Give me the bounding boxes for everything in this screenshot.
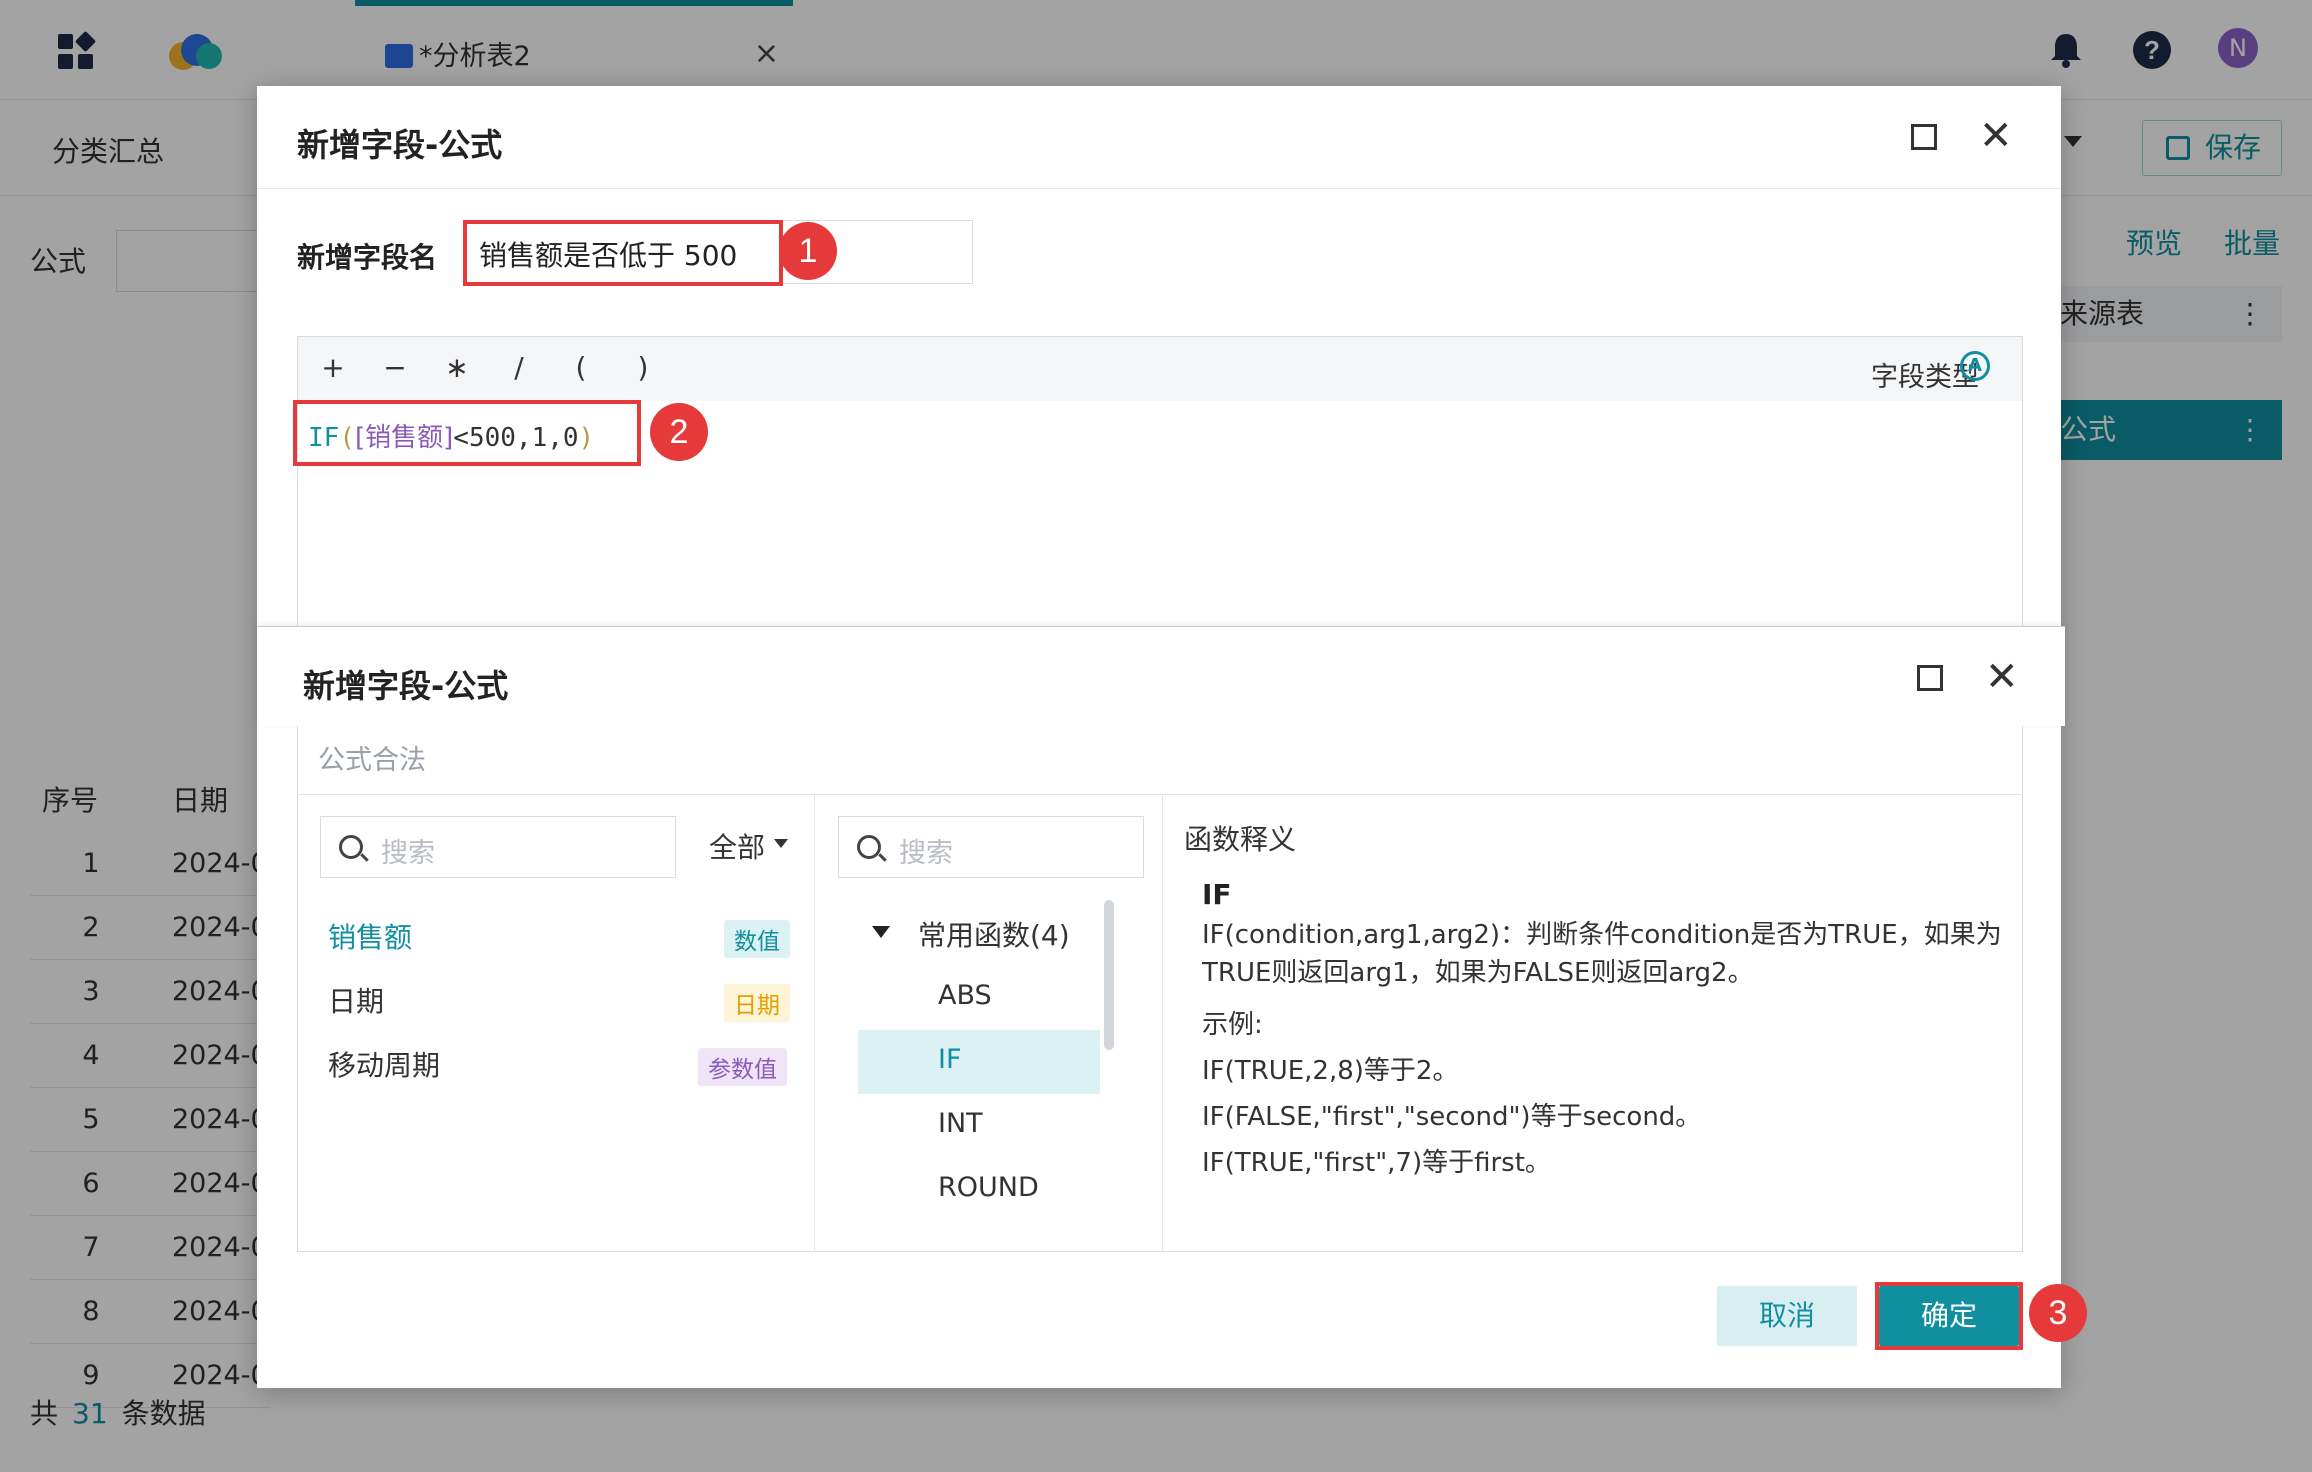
divider [257, 188, 2061, 189]
field-name-label: 新增字段名 [297, 241, 438, 274]
formula-dialog-header: 新增字段-公式 ✕ [257, 626, 2065, 726]
new-field-formula-dialog: 新增字段-公式 ✕ 新增字段名 销售额是否低于 500 1 + − ∗ / ( … [257, 86, 2087, 1388]
function-description-syntax: IF(condition,arg1,arg2)：判断条件condition是否为… [1202, 920, 2002, 988]
field-item-sales[interactable]: 销售额 [328, 916, 412, 956]
function-item-if[interactable]: IF [938, 1044, 962, 1075]
divider [1162, 794, 1163, 1252]
function-description-name: IF [1202, 878, 1232, 911]
minus-operator[interactable]: − [380, 351, 410, 384]
expand-icon[interactable] [1917, 665, 1943, 691]
highlight-box-2 [293, 400, 641, 466]
chevron-down-icon[interactable] [774, 839, 788, 848]
field-item-date[interactable]: 日期 [328, 980, 384, 1020]
field-item-moving-period[interactable]: 移动周期 [328, 1044, 440, 1084]
highlight-box-3 [1875, 1282, 2023, 1350]
scrollbar[interactable] [1104, 900, 1114, 1050]
expand-icon[interactable] [1911, 124, 1937, 150]
field-type-tag: 日期 [724, 984, 790, 1022]
function-description-example: IF(TRUE,"first",7)等于first。 [1202, 1148, 1551, 1178]
close-paren-operator[interactable]: ) [628, 351, 658, 384]
divider [298, 794, 2022, 795]
cancel-button[interactable]: 取消 [1717, 1286, 1857, 1346]
function-item-round[interactable]: ROUND [938, 1172, 1039, 1203]
annotation-badge-1: 1 [779, 222, 837, 280]
formula-helper-panel: 公式合法 搜索 全部 销售额 数值 日期 日期 移动周期 参数值 搜索 常用函数… [297, 726, 2023, 1252]
divider [814, 794, 815, 1252]
function-item-selected-bg [858, 1030, 1100, 1094]
dialog-title: 新增字段-公式 [303, 667, 509, 705]
close-icon[interactable]: ✕ [1985, 657, 2019, 697]
function-description-example: IF(FALSE,"first","second")等于second。 [1202, 1102, 1702, 1132]
field-type-tag: 数值 [724, 920, 790, 958]
function-item-int[interactable]: INT [938, 1108, 983, 1139]
function-description-example: IF(TRUE,2,8)等于2。 [1202, 1056, 1459, 1086]
caret-down-icon[interactable] [872, 926, 890, 938]
divide-operator[interactable]: / [504, 351, 534, 384]
function-description-example-label: 示例: [1202, 1010, 1263, 1040]
operator-toolbar: + − ∗ / ( ) 字段类型 A [298, 337, 2022, 401]
function-search-input[interactable]: 搜索 [838, 816, 1144, 878]
highlight-box-1 [463, 220, 783, 286]
multiply-operator[interactable]: ∗ [442, 351, 472, 384]
field-type-tag: 参数值 [698, 1048, 787, 1086]
field-search-placeholder: 搜索 [381, 838, 435, 869]
plus-operator[interactable]: + [318, 351, 348, 384]
dialog-title: 新增字段-公式 [297, 126, 503, 164]
field-search-input[interactable]: 搜索 [320, 816, 676, 878]
function-group[interactable]: 常用函数(4) [918, 914, 1070, 954]
annotation-badge-3: 3 [2029, 1284, 2087, 1342]
annotation-badge-2: 2 [650, 403, 708, 461]
function-description-title: 函数释义 [1184, 823, 1297, 856]
field-filter-dropdown[interactable]: 全部 [709, 826, 765, 866]
function-search-placeholder: 搜索 [899, 838, 953, 869]
search-icon [339, 835, 363, 859]
text-type-icon[interactable]: A [1960, 351, 1990, 381]
open-paren-operator[interactable]: ( [566, 351, 596, 384]
formula-valid-status: 公式合法 [318, 745, 426, 776]
search-icon [857, 835, 881, 859]
function-item-abs[interactable]: ABS [938, 980, 992, 1011]
close-icon[interactable]: ✕ [1979, 116, 2013, 156]
